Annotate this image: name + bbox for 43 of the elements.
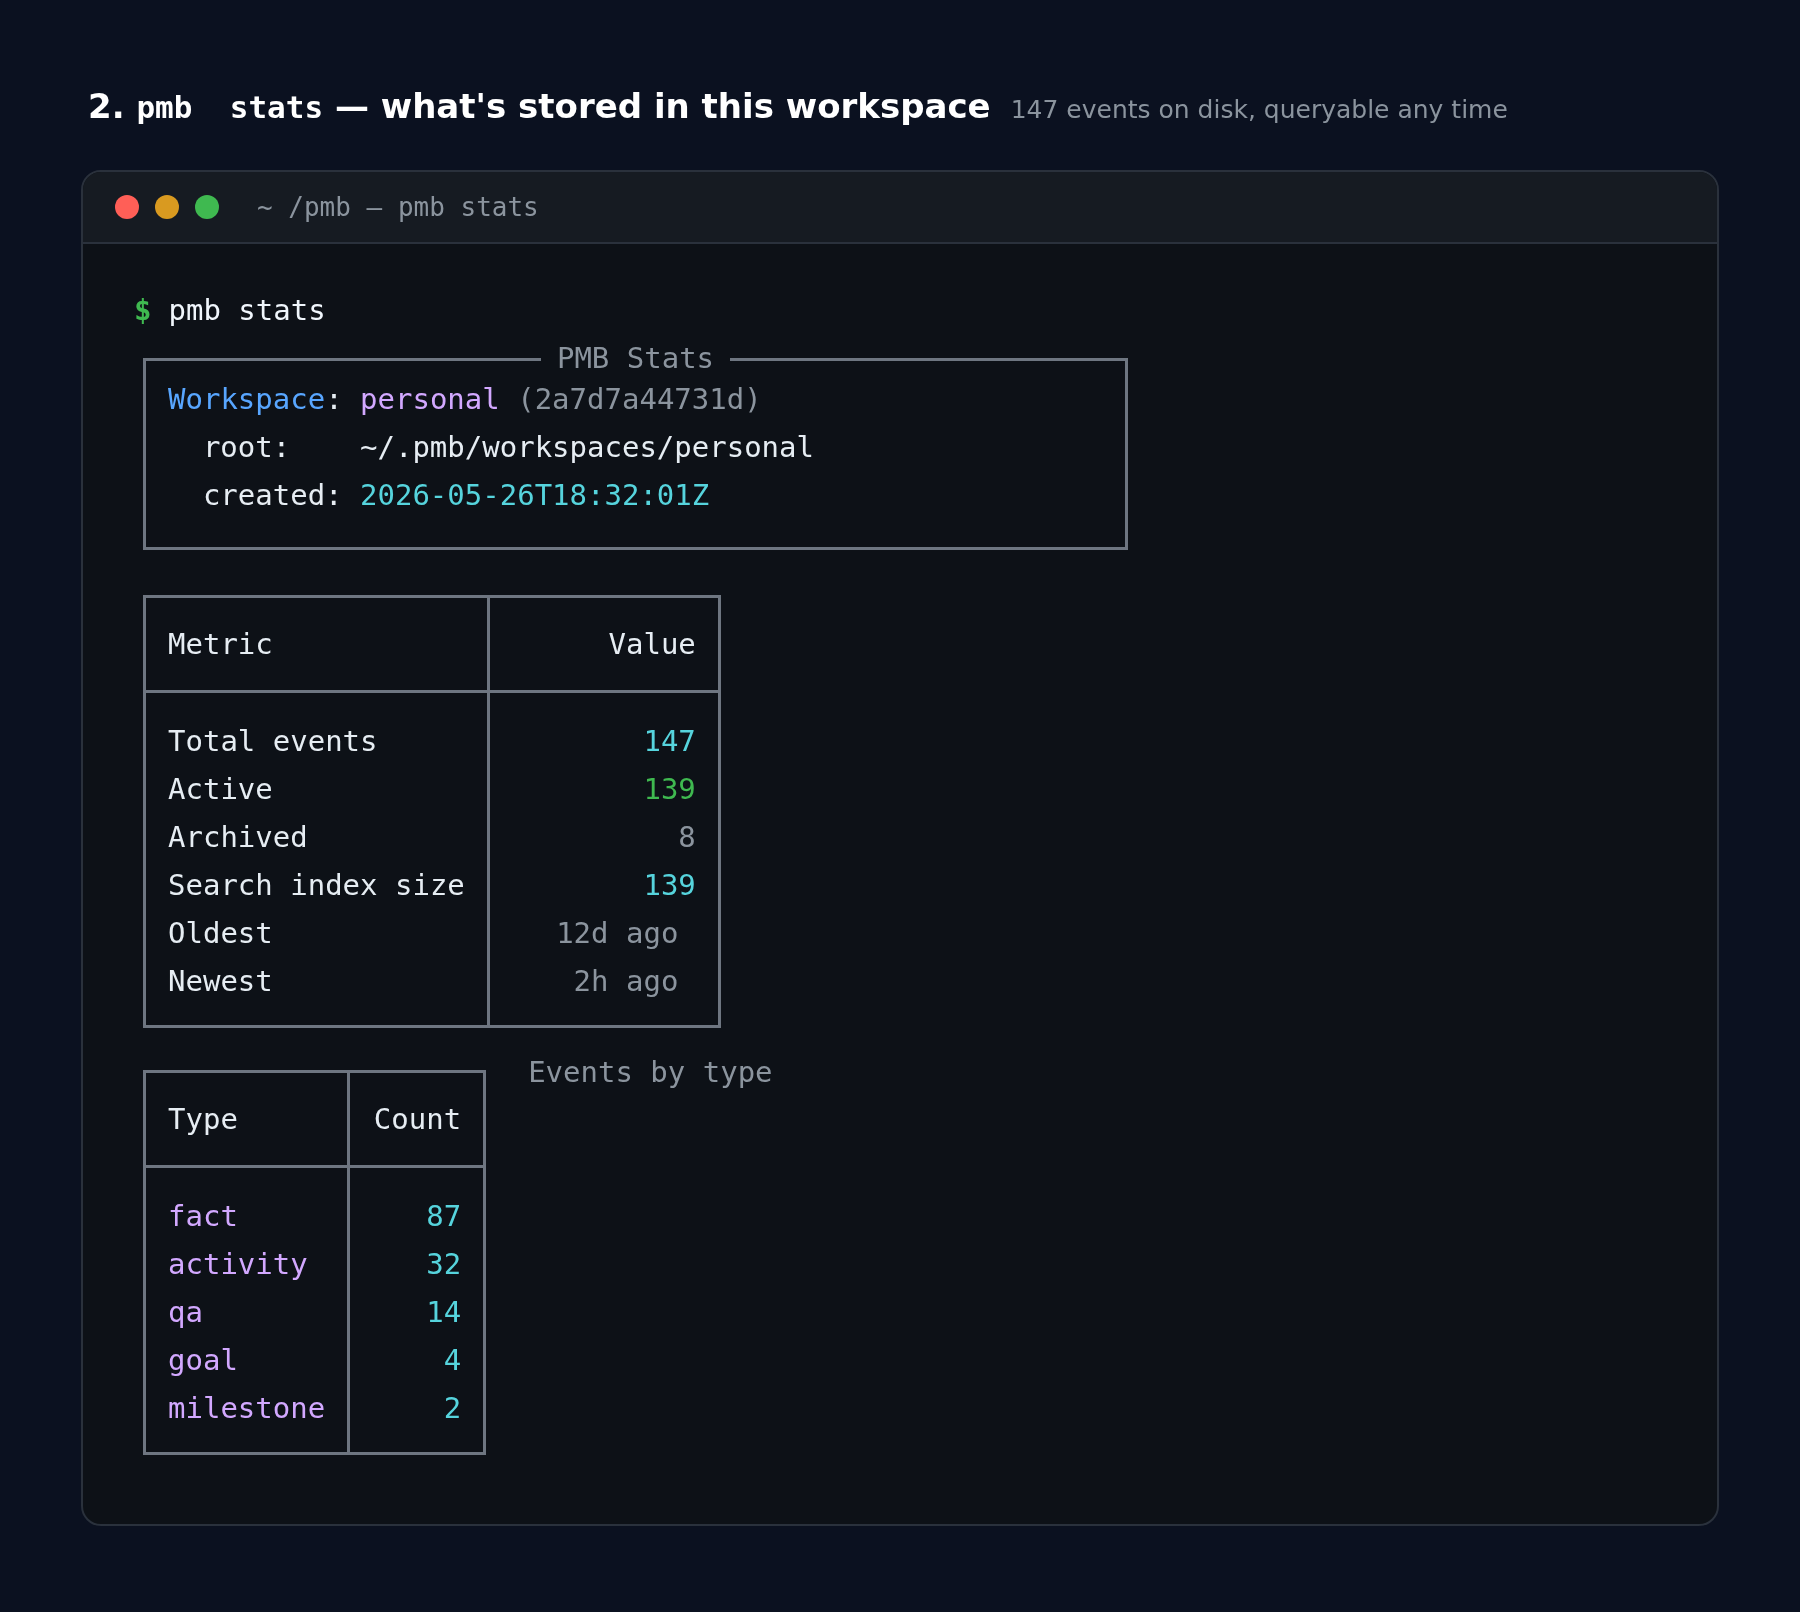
column-header: Value bbox=[488, 596, 720, 692]
metric-value: 8 bbox=[488, 813, 720, 861]
field-value: 2026-05-26T18:32:01Z bbox=[360, 477, 710, 514]
event-type: fact bbox=[144, 1166, 349, 1240]
workspace-id: (2a7d7a44731d) bbox=[517, 381, 762, 418]
event-type: activity bbox=[144, 1240, 349, 1288]
workspace-name: personal bbox=[360, 381, 500, 418]
event-count: 87 bbox=[348, 1166, 485, 1240]
command-text: pmb stats bbox=[168, 292, 326, 329]
metric-name: Archived bbox=[144, 813, 489, 861]
metric-name: Newest bbox=[144, 957, 489, 1027]
column-header: Metric bbox=[144, 596, 489, 692]
event-count: 32 bbox=[348, 1240, 485, 1288]
metric-value: 139 bbox=[488, 861, 720, 909]
minimize-button[interactable] bbox=[155, 195, 179, 219]
prompt-symbol: $ bbox=[134, 292, 152, 329]
event-type: qa bbox=[144, 1288, 349, 1336]
metric-name: Total events bbox=[144, 691, 489, 765]
event-count: 14 bbox=[348, 1288, 485, 1336]
metric-name: Oldest bbox=[144, 909, 489, 957]
metric-value: 2h ago bbox=[488, 957, 720, 1027]
field-label: created: bbox=[201, 477, 343, 514]
section-subtitle: 147 events on disk, queryable any time bbox=[1010, 95, 1508, 124]
section-title: 2. pmb stats — what's stored in this workspace bbox=[88, 86, 991, 126]
field-label: root: bbox=[201, 429, 292, 466]
event-type: goal bbox=[144, 1336, 349, 1384]
metric-name: Active bbox=[144, 765, 489, 813]
field-value: ~/.pmb/workspaces/personal bbox=[360, 429, 814, 466]
metric-name: Search index size bbox=[144, 861, 489, 909]
maximize-button[interactable] bbox=[195, 195, 219, 219]
metric-value: 12d ago bbox=[488, 909, 720, 957]
event-count: 4 bbox=[348, 1336, 485, 1384]
label-colon: : bbox=[325, 381, 343, 418]
event-count: 2 bbox=[348, 1384, 485, 1454]
window-title: ~ /pmb — pmb stats bbox=[257, 192, 539, 222]
table-caption: Events by type bbox=[528, 1054, 773, 1091]
workspace-label: Workspace bbox=[168, 381, 326, 418]
metric-value: 139 bbox=[488, 765, 720, 813]
column-header: Type bbox=[144, 1071, 349, 1167]
close-button[interactable] bbox=[115, 195, 139, 219]
metric-value: 147 bbox=[488, 691, 720, 765]
column-header: Count bbox=[348, 1071, 485, 1167]
event-type: milestone bbox=[144, 1384, 349, 1454]
